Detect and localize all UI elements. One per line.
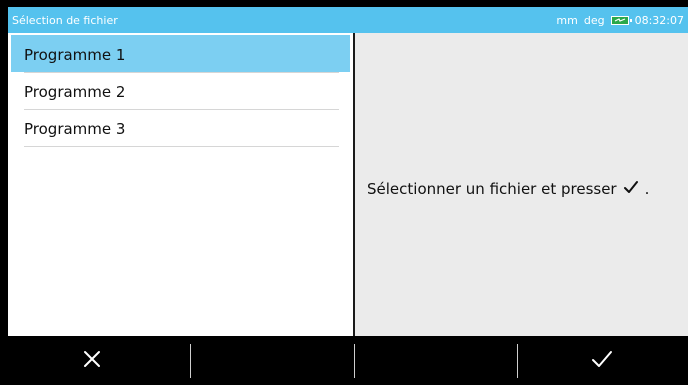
window-title: Sélection de fichier <box>12 14 118 27</box>
instruction-text: Sélectionner un fichier et presser <box>367 180 617 198</box>
list-item-programme-1[interactable]: Programme 1 <box>11 35 350 72</box>
title-bar: Sélection de fichier mm deg 08:32:07 <box>8 7 688 33</box>
confirm-button[interactable] <box>518 336 686 385</box>
close-icon <box>82 349 102 373</box>
instruction-message: Sélectionner un fichier et presser . <box>367 180 649 198</box>
instruction-end: . <box>644 180 650 198</box>
bottom-toolbar <box>8 336 688 385</box>
length-units: mm <box>556 14 578 27</box>
list-item-programme-3[interactable]: Programme 3 <box>24 109 339 146</box>
toolbar-slot-3[interactable] <box>355 336 523 385</box>
cancel-button[interactable] <box>8 336 176 385</box>
status-area: mm deg 08:32:07 <box>556 14 684 27</box>
check-icon <box>623 180 639 198</box>
list-separator <box>24 146 339 147</box>
clock: 08:32:07 <box>634 14 684 27</box>
list-item-label: Programme 1 <box>24 46 126 64</box>
list-item-label: Programme 3 <box>24 120 126 138</box>
screen: Sélection de fichier mm deg 08:32:07 Pro… <box>0 0 688 385</box>
preview-panel: Sélectionner un fichier et presser . <box>355 33 688 336</box>
check-icon <box>591 349 613 373</box>
list-item-label: Programme 2 <box>24 83 126 101</box>
battery-charging-icon <box>610 16 632 25</box>
file-list: Programme 1 Programme 2 Programme 3 <box>8 33 353 336</box>
angle-units: deg <box>583 14 605 27</box>
toolbar-slot-2[interactable] <box>191 336 359 385</box>
list-item-programme-2[interactable]: Programme 2 <box>24 72 339 109</box>
